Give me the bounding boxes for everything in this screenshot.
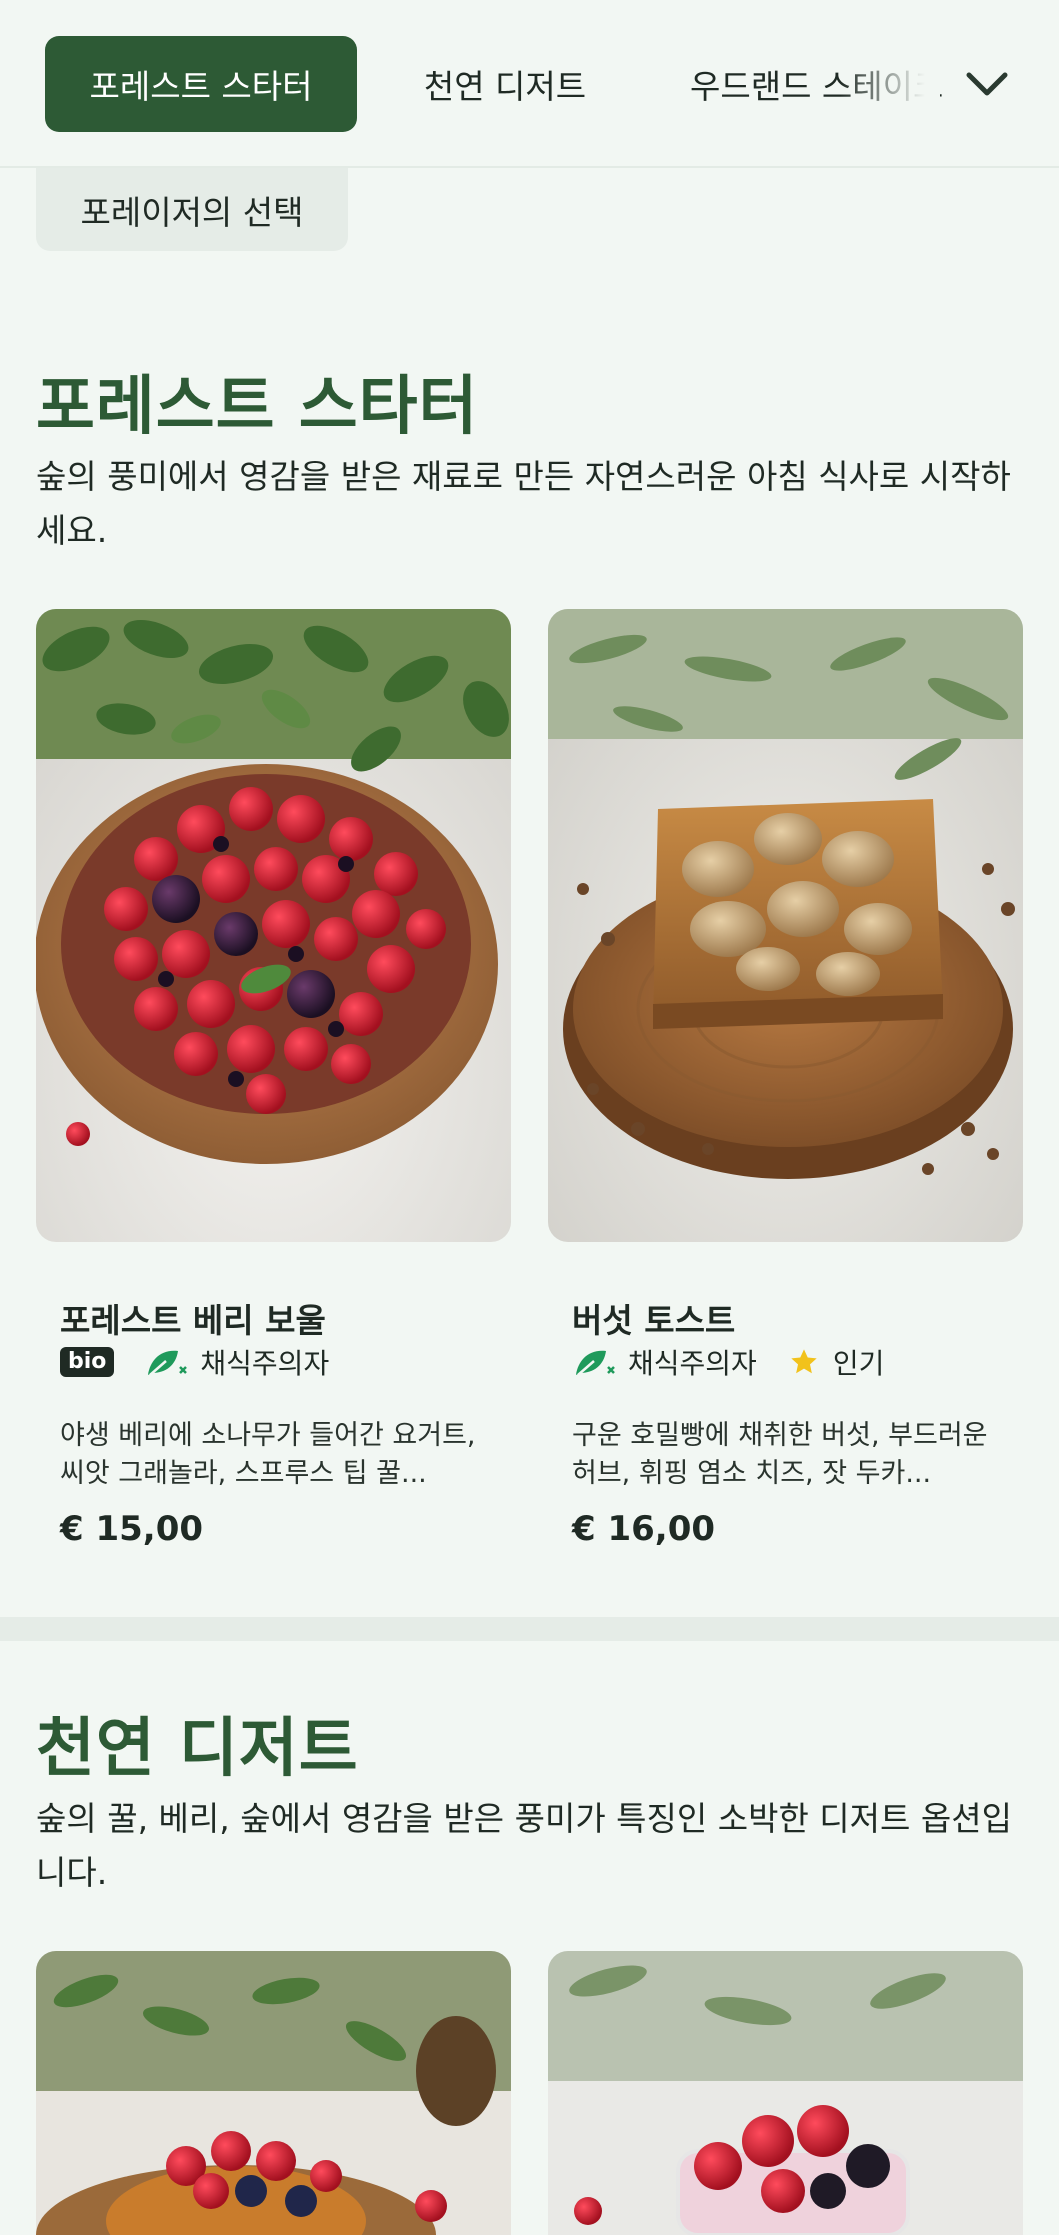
- leaf-icon: [148, 1350, 188, 1376]
- section-description: 숲의 꿀, 베리, 숲에서 영감을 받은 풍미가 특징인 소박한 디저트 옵션입…: [36, 1799, 1012, 1892]
- section-description: 숲의 풍미에서 영감을 받은 재료로 만든 자연스러운 아침 식사로 시작하세요…: [36, 457, 1011, 550]
- tab-fade-overlay: [840, 36, 940, 132]
- tab-label: 포레이저의 선택: [80, 192, 304, 232]
- item-tags: 채식주의자 인기: [572, 1337, 884, 1387]
- section-title: 천연 디저트: [36, 1712, 359, 1786]
- chevron-down-icon[interactable]: [950, 50, 1024, 118]
- tab-foragers-choice[interactable]: 포레이저의 선택: [36, 168, 348, 251]
- mushroom-toast-image: [548, 609, 1023, 1242]
- menu-item-card[interactable]: 버섯 토스트 채식주의자 인기 구운 호밀빵에 채취한 버섯, 부드러운 허브,…: [548, 609, 1023, 1589]
- menu-item-card[interactable]: [36, 1951, 511, 2235]
- item-price: € 16,00: [572, 1509, 716, 1549]
- bio-badge: bio: [60, 1347, 115, 1377]
- menu-item-card[interactable]: [548, 1951, 1023, 2235]
- tab-natural-dessert[interactable]: 천연 디저트: [400, 36, 610, 132]
- tab-label: 포레스트 스타터: [89, 67, 313, 106]
- tab-forest-starter[interactable]: 포레스트 스타터: [45, 36, 357, 132]
- item-description: 야생 베리에 소나무가 들어간 요거트, 씨앗 그래놀라, 스프루스 팁 꿀..…: [60, 1420, 476, 1489]
- dessert-pancake-image: [36, 1951, 511, 2235]
- item-tags: bio 채식주의자: [60, 1337, 329, 1387]
- dessert-parfait-image: [548, 1951, 1023, 2235]
- menu-item-card[interactable]: 포레스트 베리 보울 bio 채식주의자 야생 베리에 소나무가 들어간 요거트…: [36, 609, 511, 1589]
- item-name: 포레스트 베리 보울: [60, 1301, 326, 1340]
- menu-page: 포레스트 스타터 천연 디저트 우드랜드 스테이크 포레이저의 선택 포레스트 …: [0, 0, 1059, 2235]
- tag-vegetarian: 채식주의자: [628, 1347, 757, 1380]
- item-name: 버섯 토스트: [572, 1301, 736, 1340]
- item-price: € 15,00: [60, 1509, 204, 1549]
- item-description: 구운 호밀빵에 채취한 버섯, 부드러운 허브, 휘핑 염소 치즈, 잣 두카.…: [572, 1420, 988, 1489]
- section-title: 포레스트 스타터: [36, 370, 479, 444]
- star-icon: [791, 1349, 817, 1374]
- berry-bowl-image: [36, 609, 511, 1242]
- category-tab-bar: 포레스트 스타터 천연 디저트 우드랜드 스테이크: [0, 0, 1059, 168]
- leaf-icon: [576, 1350, 615, 1376]
- section-divider: [0, 1617, 1059, 1641]
- tab-label: 천연 디저트: [423, 67, 587, 106]
- tag-vegetarian: 채식주의자: [200, 1347, 330, 1380]
- tag-popular: 인기: [832, 1347, 885, 1380]
